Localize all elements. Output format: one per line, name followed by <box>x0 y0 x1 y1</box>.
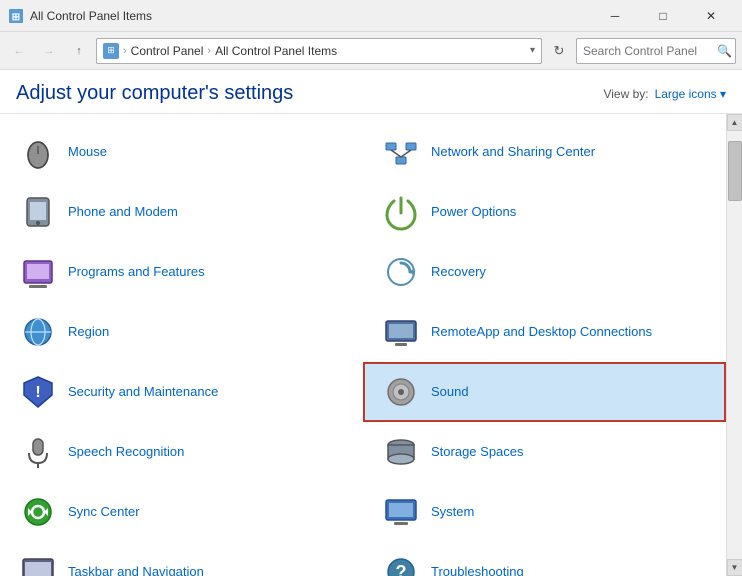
remote-icon <box>381 312 421 352</box>
network-label: Network and Sharing Center <box>431 144 595 161</box>
items-grid: Mouse Network and Sharing Center Phone and… <box>0 114 726 576</box>
refresh-button[interactable]: ↻ <box>546 38 572 64</box>
mouse-label: Mouse <box>68 144 107 161</box>
up-button[interactable]: ↑ <box>66 38 92 64</box>
control-item-programs[interactable]: Programs and Features <box>0 242 363 302</box>
path-icon: ⊞ <box>103 43 119 59</box>
system-label: System <box>431 504 474 521</box>
trouble-label: Troubleshooting <box>431 564 524 576</box>
control-item-power[interactable]: Power Options <box>363 182 726 242</box>
programs-icon <box>18 252 58 292</box>
speech-label: Speech Recognition <box>68 444 184 461</box>
control-item-remote[interactable]: RemoteApp and Desktop Connections <box>363 302 726 362</box>
trouble-icon: ? <box>381 552 421 576</box>
search-input[interactable] <box>576 38 736 64</box>
view-by-section: View by: Large icons ▾ <box>603 87 726 101</box>
phone-label: Phone and Modem <box>68 204 178 221</box>
control-item-recovery[interactable]: Recovery <box>363 242 726 302</box>
sync-icon <box>18 492 58 532</box>
control-item-speech[interactable]: Speech Recognition <box>0 422 363 482</box>
system-icon <box>381 492 421 532</box>
control-item-trouble[interactable]: ? Troubleshooting <box>363 542 726 576</box>
window-icon: ⊞ <box>8 8 24 24</box>
region-label: Region <box>68 324 109 341</box>
title-bar: ⊞ All Control Panel Items ─ □ ✕ <box>0 0 742 32</box>
forward-button[interactable]: → <box>36 38 62 64</box>
storage-label: Storage Spaces <box>431 444 524 461</box>
content-header: Adjust your computer's settings View by:… <box>0 70 742 114</box>
region-icon <box>18 312 58 352</box>
control-item-sync[interactable]: Sync Center <box>0 482 363 542</box>
security-icon: ! <box>18 372 58 412</box>
address-path[interactable]: ⊞ › Control Panel › All Control Panel It… <box>96 38 542 64</box>
sync-label: Sync Center <box>68 504 140 521</box>
scroll-down-button[interactable]: ▼ <box>727 559 742 576</box>
control-item-storage[interactable]: Storage Spaces <box>363 422 726 482</box>
phone-icon <box>18 192 58 232</box>
control-item-region[interactable]: Region <box>0 302 363 362</box>
power-icon <box>381 192 421 232</box>
maximize-button[interactable]: □ <box>640 1 686 31</box>
power-label: Power Options <box>431 204 516 221</box>
programs-label: Programs and Features <box>68 264 205 281</box>
scroll-track <box>727 131 742 559</box>
items-area: Mouse Network and Sharing Center Phone and… <box>0 114 742 576</box>
minimize-button[interactable]: ─ <box>592 1 638 31</box>
control-item-sound[interactable]: Sound <box>363 362 726 422</box>
control-item-phone[interactable]: Phone and Modem <box>0 182 363 242</box>
control-item-network[interactable]: Network and Sharing Center <box>363 122 726 182</box>
scroll-thumb[interactable] <box>728 141 742 201</box>
svg-text:⊞: ⊞ <box>12 12 20 23</box>
path-dropdown-icon[interactable]: ▾ <box>530 45 535 56</box>
path-all-items: All Control Panel Items <box>215 44 337 58</box>
svg-text:?: ? <box>396 562 407 576</box>
control-item-mouse[interactable]: Mouse <box>0 122 363 182</box>
network-icon <box>381 132 421 172</box>
control-item-system[interactable]: System <box>363 482 726 542</box>
window-title: All Control Panel Items <box>30 9 592 23</box>
scrollbar[interactable]: ▲ ▼ <box>726 114 742 576</box>
control-item-taskbar[interactable]: Taskbar and Navigation <box>0 542 363 576</box>
search-wrap: 🔍 <box>576 38 736 64</box>
security-label: Security and Maintenance <box>68 384 218 401</box>
address-bar: ← → ↑ ⊞ › Control Panel › All Control Pa… <box>0 32 742 70</box>
window-controls: ─ □ ✕ <box>592 1 734 31</box>
close-button[interactable]: ✕ <box>688 1 734 31</box>
recovery-label: Recovery <box>431 264 486 281</box>
main-content: Adjust your computer's settings View by:… <box>0 70 742 576</box>
scroll-up-button[interactable]: ▲ <box>727 114 742 131</box>
control-item-security[interactable]: ! Security and Maintenance <box>0 362 363 422</box>
svg-text:!: ! <box>35 384 40 401</box>
speech-icon <box>18 432 58 472</box>
sound-icon <box>381 372 421 412</box>
sound-label: Sound <box>431 384 469 401</box>
back-button[interactable]: ← <box>6 38 32 64</box>
storage-icon <box>381 432 421 472</box>
remote-label: RemoteApp and Desktop Connections <box>431 324 652 341</box>
search-icon[interactable]: 🔍 <box>717 44 732 58</box>
taskbar-label: Taskbar and Navigation <box>68 564 204 576</box>
taskbar-icon <box>18 552 58 576</box>
mouse-icon <box>18 132 58 172</box>
view-by-label: View by: <box>603 87 648 101</box>
page-title: Adjust your computer's settings <box>16 82 293 105</box>
recovery-icon <box>381 252 421 292</box>
path-control-panel: Control Panel <box>131 44 204 58</box>
view-mode-link[interactable]: Large icons ▾ <box>655 87 726 101</box>
